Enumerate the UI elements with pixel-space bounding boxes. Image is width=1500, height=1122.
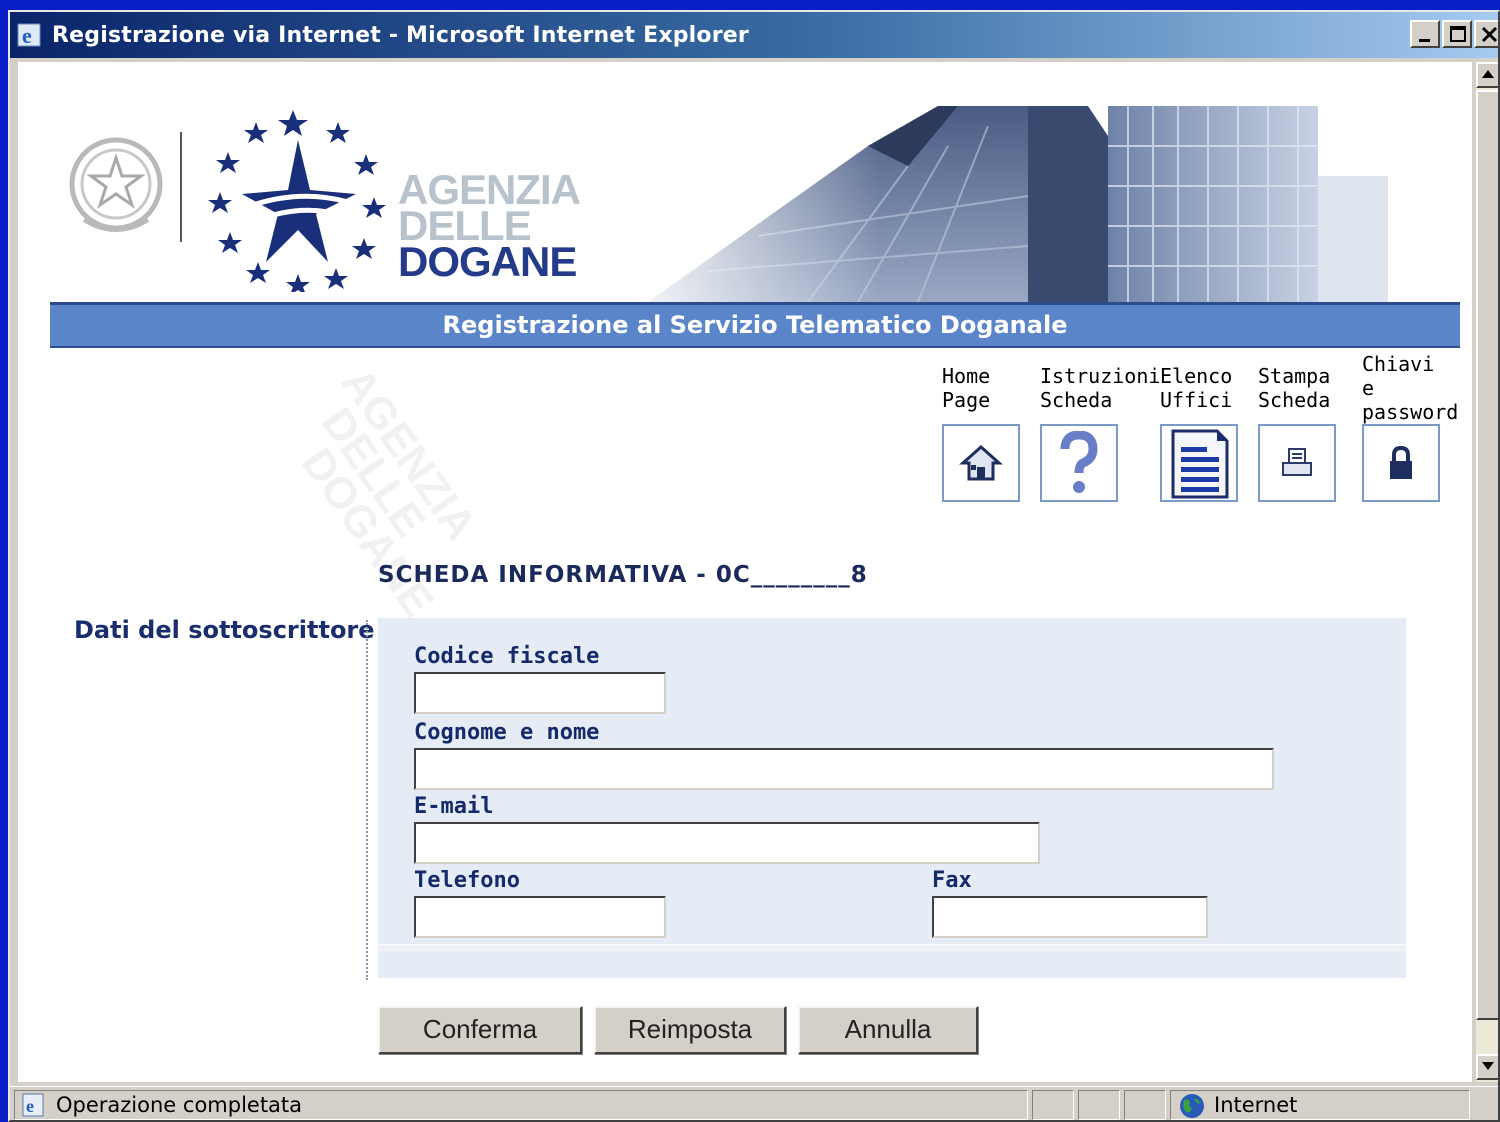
nav-chiavi-button[interactable] — [1362, 424, 1440, 502]
close-icon — [1481, 26, 1498, 43]
maximize-icon — [1450, 26, 1466, 42]
scroll-up-button[interactable] — [1476, 62, 1498, 88]
scheda-title: SCHEDA INFORMATIVA - 0C________8 — [378, 562, 868, 588]
codice-fiscale-input[interactable] — [414, 672, 666, 714]
telefono-input[interactable] — [414, 896, 666, 938]
divider — [180, 132, 182, 242]
nav-istruzioni-button[interactable] — [1040, 424, 1118, 502]
window-title: Registrazione via Internet - Microsoft I… — [52, 22, 749, 48]
nav-stampa-button[interactable] — [1258, 424, 1336, 502]
internet-explorer-icon: e — [17, 23, 41, 48]
telefono-label: Telefono — [414, 868, 520, 893]
email-label: E-mail — [414, 794, 494, 819]
confirm-button[interactable]: Conferma — [378, 1006, 582, 1054]
page-content: AGENZIA DELLE DOGANE AGENZIA DELLE DOGAN… — [18, 62, 1472, 1082]
section-divider — [366, 620, 368, 980]
nav-elenco-button[interactable] — [1160, 424, 1238, 502]
browser-window: e Registrazione via Internet - Microsoft… — [8, 10, 1500, 1122]
minimize-icon — [1419, 39, 1430, 42]
service-banner: Registrazione al Servizio Telematico Dog… — [50, 302, 1460, 348]
vertical-scrollbar[interactable] — [1476, 62, 1498, 1082]
document-list-icon — [1171, 429, 1229, 499]
republic-emblem-icon — [69, 137, 163, 232]
nav-home-button[interactable] — [942, 424, 1020, 502]
arrow-up-icon — [1482, 70, 1494, 78]
svg-text:e: e — [26, 1096, 34, 1116]
status-cell — [1032, 1090, 1074, 1120]
scroll-thumb[interactable] — [1476, 90, 1498, 1020]
section-title: Dati del sottoscrittore — [74, 616, 375, 644]
building-image — [608, 106, 1388, 302]
help-icon — [1060, 431, 1098, 493]
minimize-button[interactable] — [1410, 20, 1440, 48]
status-cell — [1124, 1090, 1166, 1120]
cognome-nome-input[interactable] — [414, 748, 1274, 790]
page-icon: e — [22, 1093, 44, 1117]
agency-line-3: DOGANE — [398, 238, 577, 285]
fax-label: Fax — [932, 868, 972, 893]
status-cell — [1078, 1090, 1120, 1120]
cancel-button[interactable]: Annulla — [798, 1006, 978, 1054]
reset-button[interactable]: Reimposta — [594, 1006, 786, 1054]
globe-icon — [1180, 1094, 1204, 1118]
status-text: Operazione completata — [56, 1093, 303, 1117]
zone-text: Internet — [1214, 1093, 1298, 1117]
nav-label-home: Home Page — [942, 364, 991, 412]
home-icon — [959, 444, 1003, 481]
email-input[interactable] — [414, 822, 1040, 864]
printer-icon — [1282, 448, 1312, 476]
lock-icon — [1390, 445, 1412, 479]
nav-label-chiavi: Chiavi e password — [1362, 352, 1459, 424]
agency-name: AGENZIA DELLE DOGANE — [398, 169, 581, 285]
form-footer-stripe — [378, 944, 1406, 952]
title-bar[interactable]: e Registrazione via Internet - Microsoft… — [10, 12, 1498, 58]
maximize-button[interactable] — [1442, 20, 1472, 48]
status-bar: e Operazione completata Internet — [10, 1086, 1498, 1120]
codice-fiscale-label: Codice fiscale — [414, 644, 600, 669]
cognome-nome-label: Cognome e nome — [414, 720, 600, 745]
nav-label-stampa: Stampa Scheda — [1258, 364, 1331, 412]
scroll-down-button[interactable] — [1476, 1054, 1498, 1080]
nav-label-istruzioni: Istruzioni Scheda — [1040, 364, 1161, 412]
fax-input[interactable] — [932, 896, 1208, 938]
nav-label-elenco: Elenco Uffici — [1160, 364, 1233, 412]
arrow-down-icon — [1482, 1062, 1494, 1070]
close-button[interactable] — [1474, 20, 1498, 48]
agency-star-logo-icon — [208, 110, 386, 292]
svg-text:e: e — [22, 23, 32, 48]
